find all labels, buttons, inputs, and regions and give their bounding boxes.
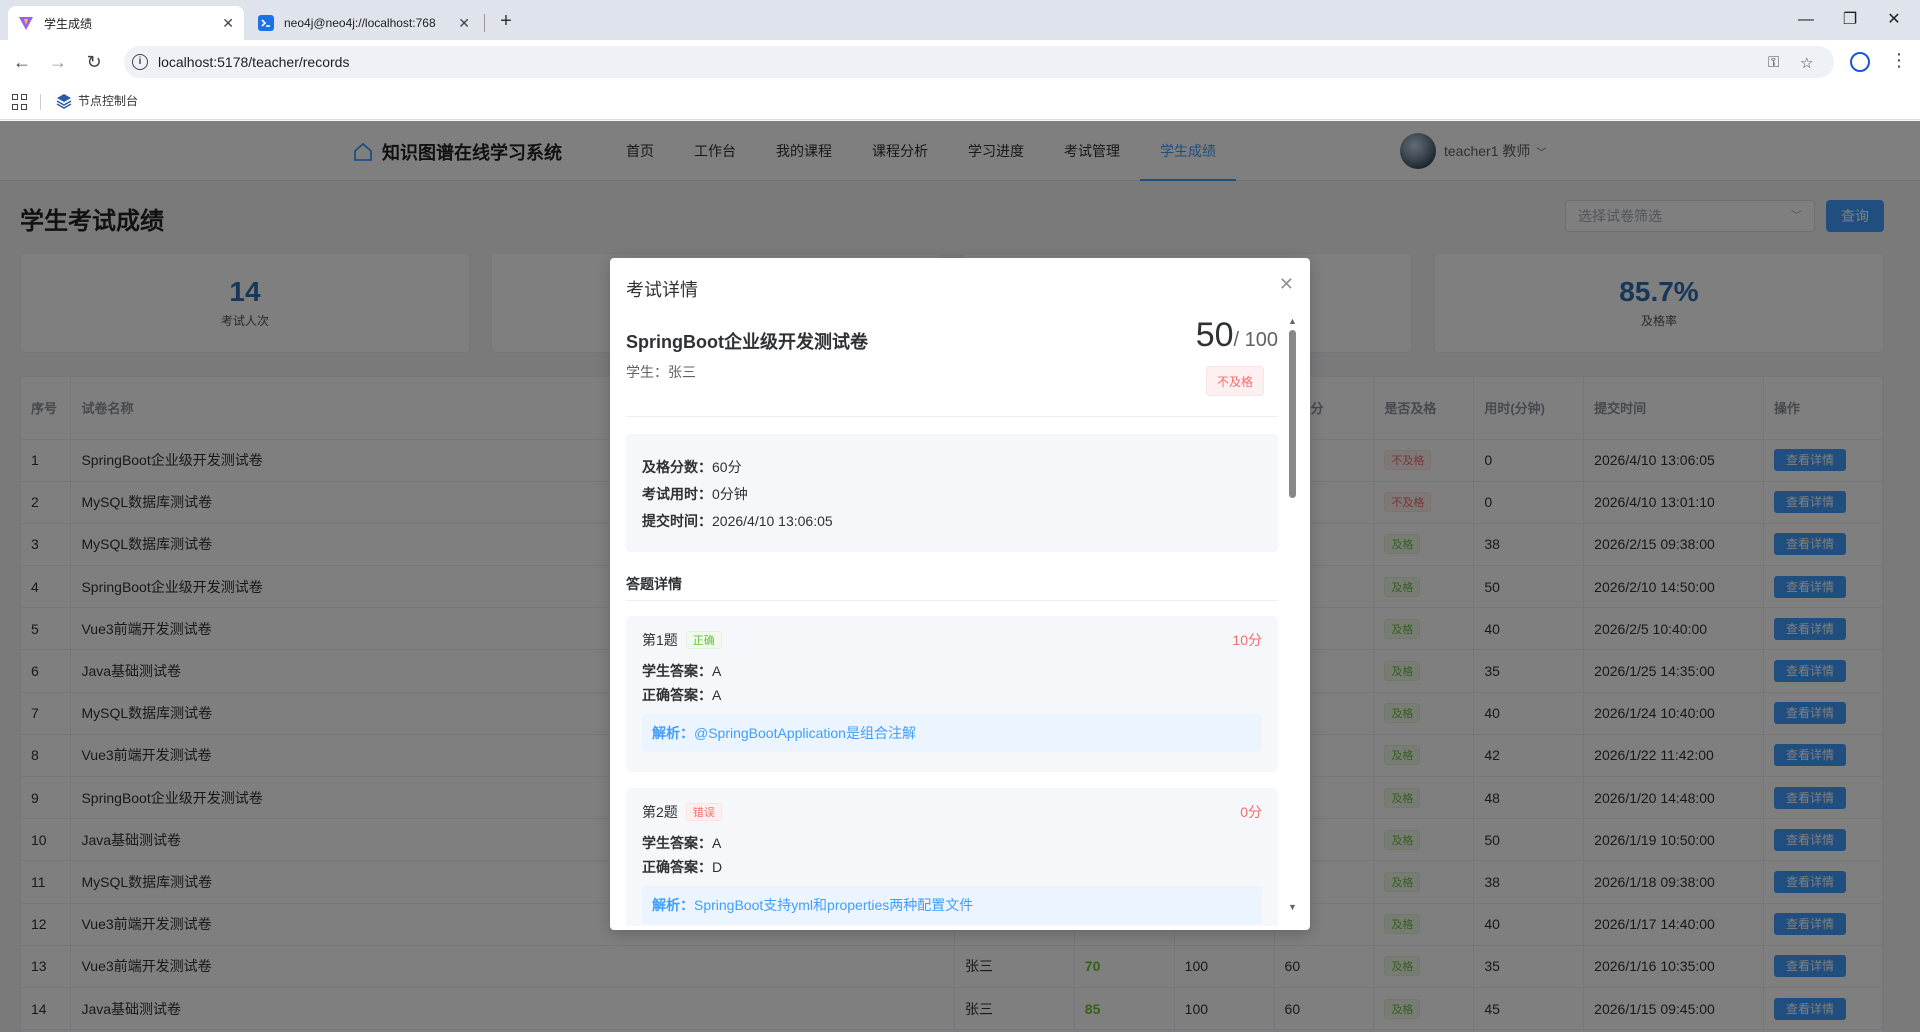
apps-grid-icon[interactable]: [12, 94, 28, 110]
new-tab-icon[interactable]: +: [492, 8, 520, 36]
question-correct-tag: 正确: [685, 631, 722, 649]
question-points: 10分: [1232, 632, 1262, 648]
close-icon[interactable]: ✕: [222, 15, 234, 32]
tab-title: neo4j@neo4j://localhost:768: [284, 16, 436, 30]
question-title: 第1题: [642, 632, 678, 648]
bookmarks-bar: 节点控制台: [0, 84, 1920, 120]
menu-icon[interactable]: ⋮: [1890, 50, 1908, 71]
question-title: 第2题: [642, 804, 678, 820]
result-badge: 不及格: [1205, 366, 1264, 396]
browser-tab-active[interactable]: 学生成绩 ✕: [8, 6, 244, 40]
exam-name: SpringBoot企业级开发测试卷: [626, 332, 868, 352]
question-analysis: 解析：SpringBoot支持yml和properties两种配置文件: [642, 886, 1262, 924]
reload-icon[interactable]: ↻: [82, 50, 106, 74]
profile-icon[interactable]: [1850, 52, 1870, 72]
correct-answer: 正确答案：D: [642, 859, 723, 875]
question-analysis: 解析：@SpringBootApplication是组合注解: [642, 714, 1262, 752]
exam-detail-dialog: 考试详情 ✕ SpringBoot企业级开发测试卷 学生：张三 50/ 100 …: [610, 258, 1310, 930]
dialog-title: 考试详情: [626, 280, 698, 300]
info-submit-time: 提交时间：2026/4/10 13:06:05: [642, 513, 833, 529]
info-pass-score: 及格分数：60分: [642, 459, 742, 475]
answers-section-title: 答题详情: [626, 576, 682, 592]
question-card: 第2题 错误 0分 学生答案：A 正确答案：D 解析：SpringBoot支持y…: [626, 788, 1278, 926]
bookmark-label: 节点控制台: [78, 94, 139, 108]
browser-tab-bar: 学生成绩 ✕ neo4j@neo4j://localhost:768 ✕ + —…: [0, 0, 1920, 40]
scroll-down-icon[interactable]: ▼: [1288, 902, 1297, 912]
student-answer: 学生答案：A: [642, 835, 722, 851]
score-display: 50/ 100: [1196, 316, 1278, 355]
dialog-scrollbar[interactable]: ▲ ▼: [1288, 316, 1297, 916]
url-omnibox[interactable]: i localhost:5178/teacher/records ⚿ ☆: [124, 46, 1834, 78]
tab-separator: [484, 14, 485, 32]
bookmark-node-console[interactable]: 节点控制台: [56, 92, 138, 109]
site-info-icon[interactable]: i: [132, 54, 148, 70]
star-icon[interactable]: ☆: [1800, 54, 1813, 72]
exam-info-box: 及格分数：60分 考试用时：0分钟 提交时间：2026/4/10 13:06:0…: [626, 434, 1278, 552]
vite-icon: [19, 17, 33, 30]
close-icon[interactable]: ✕: [458, 15, 470, 32]
bookmark-separator: [40, 94, 41, 110]
question-points: 0分: [1240, 804, 1262, 820]
key-icon[interactable]: ⚿: [1768, 54, 1779, 71]
question-wrong-tag: 错误: [685, 803, 722, 821]
dialog-header: 考试详情 ✕: [610, 258, 1310, 316]
restore-icon[interactable]: ❐: [1830, 6, 1870, 34]
divider: [626, 416, 1278, 417]
dialog-body: SpringBoot企业级开发测试卷 学生：张三 50/ 100 不及格 及格分…: [626, 316, 1278, 926]
scroll-thumb[interactable]: [1289, 330, 1296, 498]
score-total: / 100: [1233, 329, 1278, 351]
student-line: 学生：张三: [626, 364, 696, 380]
browser-tab-inactive[interactable]: neo4j@neo4j://localhost:768 ✕: [248, 6, 480, 40]
forward-icon[interactable]: →: [46, 50, 70, 74]
scroll-up-icon[interactable]: ▲: [1288, 316, 1297, 326]
window-close-icon[interactable]: ✕: [1874, 6, 1914, 34]
back-icon[interactable]: ←: [10, 50, 34, 74]
terminal-icon: [258, 15, 274, 31]
address-bar: ← → ↻ i localhost:5178/teacher/records ⚿…: [0, 40, 1920, 84]
correct-answer: 正确答案：A: [642, 687, 722, 703]
student-answer: 学生答案：A: [642, 663, 722, 679]
question-card: 第1题 正确 10分 学生答案：A 正确答案：A 解析：@SpringBootA…: [626, 616, 1278, 772]
minimize-icon[interactable]: —: [1786, 6, 1826, 34]
divider: [626, 600, 1278, 601]
close-icon[interactable]: ✕: [1279, 274, 1294, 295]
tab-title: 学生成绩: [44, 16, 93, 31]
url-text[interactable]: localhost:5178/teacher/records: [158, 54, 349, 70]
score-value: 50: [1195, 316, 1234, 354]
info-duration: 考试用时：0分钟: [642, 486, 748, 502]
layers-icon: [56, 93, 72, 109]
